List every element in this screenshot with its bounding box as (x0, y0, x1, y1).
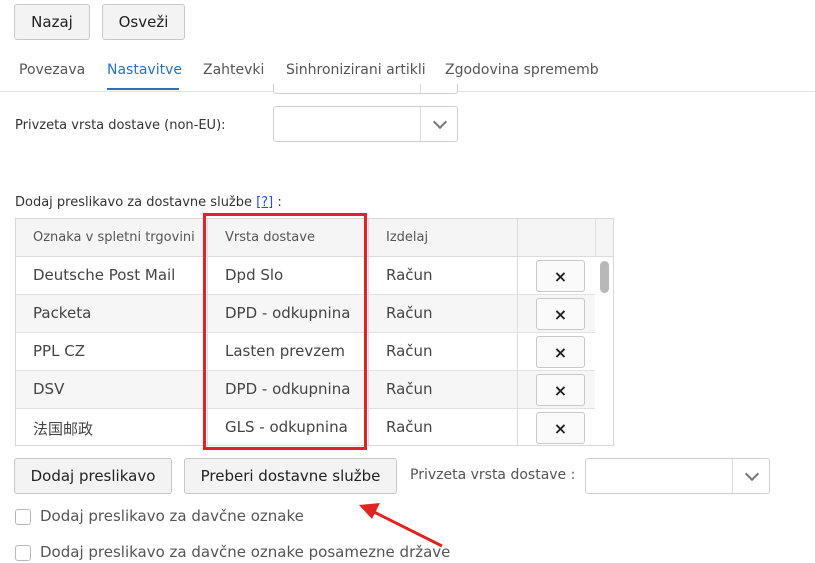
column-divider (368, 219, 369, 445)
chevron-down-icon (432, 114, 448, 130)
shipping-mapping-grid: Oznaka v spletni trgovini Vrsta dostave … (15, 218, 614, 446)
active-tab-indicator (107, 88, 179, 90)
tab-nastavitve[interactable]: Nastavitve (107, 62, 182, 78)
cell-create[interactable]: Račun (386, 342, 433, 360)
mapping-section-title: Dodaj preslikavo za dostavne službe [?] … (15, 195, 282, 210)
delete-row-button[interactable]: × (536, 374, 585, 406)
back-button[interactable]: Nazaj (14, 4, 90, 40)
table-row[interactable]: 法国邮政 GLS - odkupnina Račun × (16, 409, 613, 445)
mapping-section-colon: : (277, 195, 282, 210)
grid-header: Oznaka v spletni trgovini Vrsta dostave … (16, 219, 613, 257)
delete-row-button[interactable]: × (536, 298, 585, 330)
table-row[interactable]: Deutsche Post Mail Dpd Slo Račun × (16, 257, 613, 295)
close-icon: × (553, 266, 568, 286)
grid-scrollbar[interactable] (595, 257, 613, 445)
refresh-button[interactable]: Osveži (102, 4, 185, 40)
close-icon: × (553, 342, 568, 362)
delete-row-button[interactable]: × (536, 260, 585, 292)
column-header-shop-label[interactable]: Oznaka v spletni trgovini (33, 230, 195, 245)
cell-shipping-type[interactable]: DPD - odkupnina (225, 380, 350, 398)
default-shipping-select[interactable] (585, 458, 770, 494)
tab-povezava[interactable]: Povezava (19, 62, 85, 78)
delete-row-button[interactable]: × (536, 336, 585, 368)
cell-create[interactable]: Račun (386, 304, 433, 322)
close-icon: × (553, 418, 568, 438)
chevron-down-icon (744, 466, 760, 482)
cell-shop-label: Deutsche Post Mail (33, 266, 176, 284)
tax-mapping-checkbox-label[interactable]: Dodaj preslikavo za davčne oznake (40, 507, 304, 525)
cell-shop-label: Packeta (33, 304, 92, 322)
tax-mapping-checkbox[interactable] (15, 509, 31, 525)
scrollbar-thumb[interactable] (600, 261, 609, 293)
delete-row-button[interactable]: × (536, 412, 585, 444)
country-tax-mapping-checkbox[interactable] (15, 545, 31, 561)
read-shipping-services-button[interactable]: Preberi dostavne službe (184, 458, 397, 494)
tab-sinhronizirani-artikli[interactable]: Sinhronizirani artikli (286, 62, 426, 78)
column-divider (517, 219, 518, 445)
cell-shipping-type[interactable]: Dpd Slo (225, 266, 283, 284)
cell-shipping-type[interactable]: DPD - odkupnina (225, 304, 350, 322)
cell-shop-label: 法国邮政 (33, 420, 94, 438)
table-row[interactable]: DSV DPD - odkupnina Račun × (16, 371, 613, 409)
mapping-section-title-text: Dodaj preslikavo za dostavne službe (15, 195, 253, 210)
table-row[interactable]: Packeta DPD - odkupnina Račun × (16, 295, 613, 333)
tab-zahtevki[interactable]: Zahtevki (203, 62, 264, 78)
add-mapping-button[interactable]: Dodaj preslikavo (14, 458, 172, 494)
cell-shipping-type[interactable]: GLS - odkupnina (225, 418, 348, 436)
default-shipping-label: Privzeta vrsta dostave : (410, 467, 576, 483)
column-header-create[interactable]: Izdelaj (386, 230, 428, 245)
default-shipping-non-eu-label: Privzeta vrsta dostave (non-EU): (15, 118, 226, 133)
country-tax-mapping-checkbox-label[interactable]: Dodaj preslikavo za davčne oznake posame… (40, 543, 450, 561)
cell-create[interactable]: Račun (386, 380, 433, 398)
cell-create[interactable]: Račun (386, 266, 433, 284)
close-icon: × (553, 380, 568, 400)
help-link[interactable]: [?] (256, 195, 273, 210)
tab-zgodovina-sprememb[interactable]: Zgodovina sprememb (445, 62, 599, 78)
column-header-shipping-type[interactable]: Vrsta dostave (225, 230, 315, 245)
table-row[interactable]: PPL CZ Lasten prevzem Račun × (16, 333, 613, 371)
cell-create[interactable]: Račun (386, 418, 433, 436)
cell-shop-label: DSV (33, 380, 65, 398)
cell-shop-label: PPL CZ (33, 342, 85, 360)
column-divider (207, 219, 208, 445)
scrolled-select-remnant (273, 84, 458, 94)
default-shipping-non-eu-select[interactable] (273, 106, 458, 142)
cell-shipping-type[interactable]: Lasten prevzem (225, 342, 345, 360)
close-icon: × (553, 304, 568, 324)
